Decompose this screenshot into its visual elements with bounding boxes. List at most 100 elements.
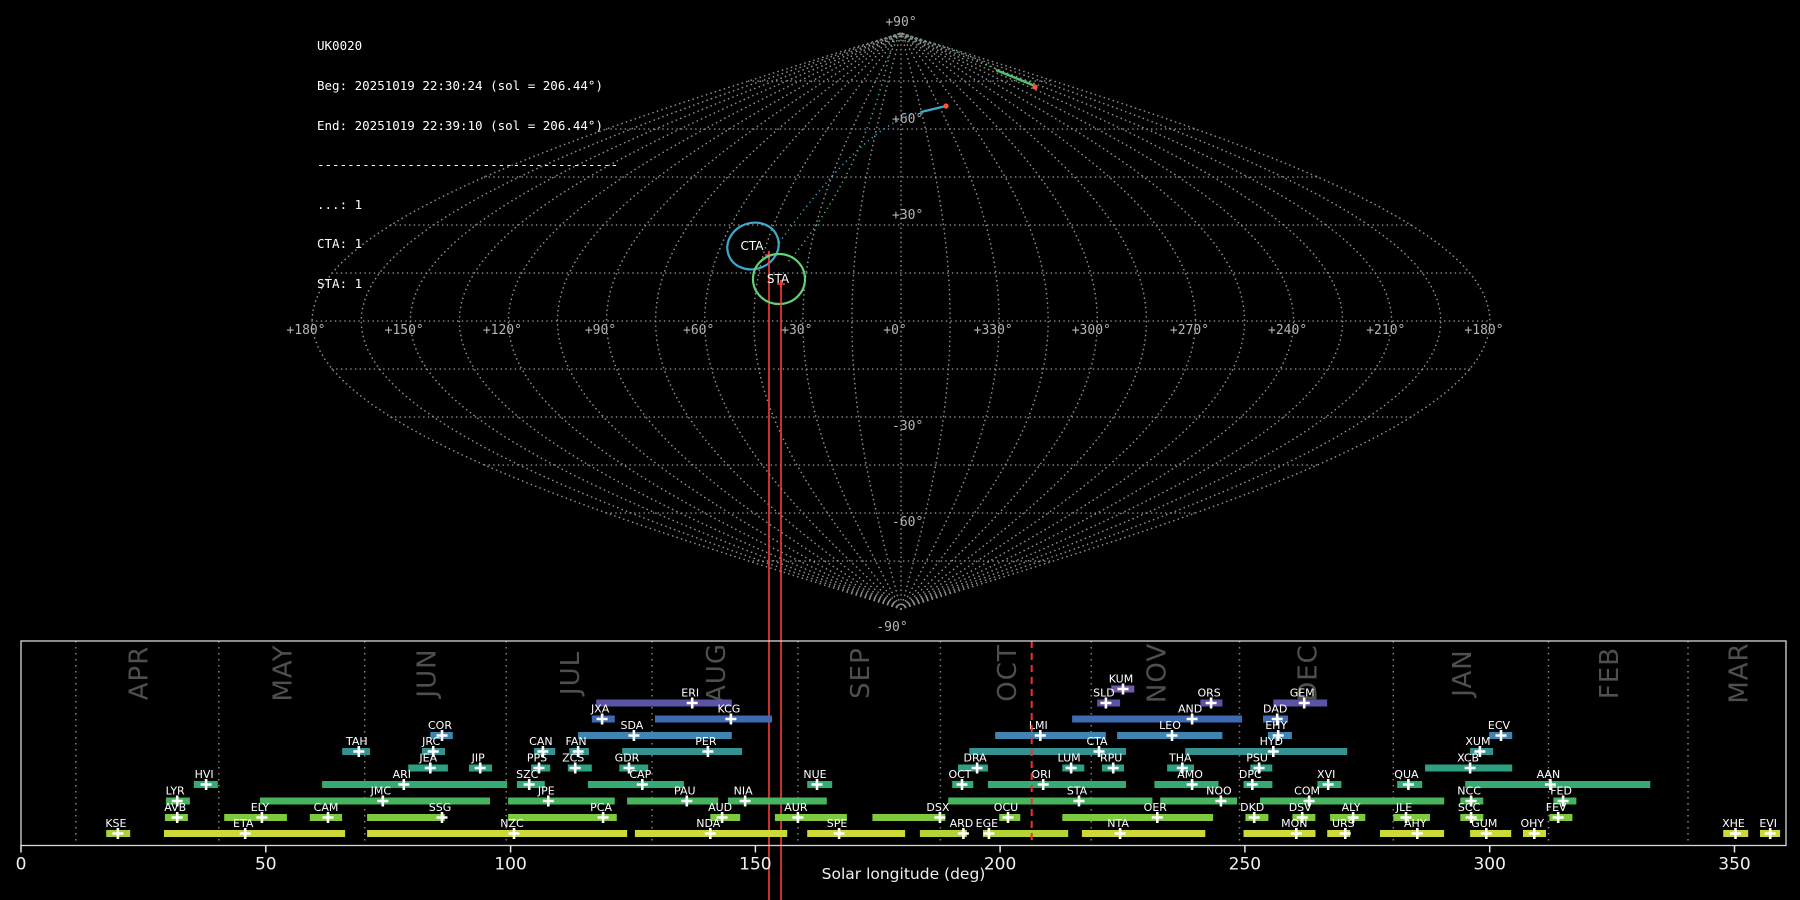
shower-label: SDA — [621, 719, 644, 732]
ecliptic-longitude-label: +270° — [1170, 323, 1209, 338]
shower-label: EHY — [1265, 719, 1287, 732]
shower-bar — [367, 830, 627, 837]
shower-label: PER — [695, 735, 717, 748]
shower-label: AUR — [784, 801, 808, 814]
shower-label: PCA — [590, 801, 612, 814]
shower-bar — [807, 830, 905, 837]
month-label: JUN — [412, 648, 442, 699]
month-label: OCT — [993, 644, 1023, 702]
activity-chart: APRMAYJUNJULAUGSEPOCTNOVDECJANFEBMARKUME… — [16, 641, 1786, 883]
shower-label: FED — [1550, 785, 1572, 798]
x-axis-title: Solar longitude (deg) — [822, 865, 986, 883]
shower-label: JLE — [1395, 801, 1412, 814]
x-tick-label: 150 — [739, 855, 771, 875]
shower-label: SZC — [516, 768, 539, 781]
shower-bar — [872, 814, 945, 821]
shower-label: NZC — [500, 817, 524, 830]
shower-label: GDR — [615, 752, 640, 765]
shower-label: COM — [1294, 785, 1320, 798]
x-tick-label: 300 — [1473, 855, 1505, 875]
shower-label: JIP — [471, 752, 485, 765]
shower-bar — [322, 781, 507, 788]
shower-label: SSG — [429, 801, 452, 814]
shower-TAH: TAH — [342, 735, 370, 757]
count-cta: CTA: 1 — [317, 237, 618, 250]
shower-URS: URS — [1327, 817, 1354, 839]
shower-label: XVI — [1317, 768, 1335, 781]
month-label: NOV — [1142, 643, 1172, 703]
shower-bar — [983, 830, 1068, 837]
shower-label: SPE — [827, 817, 848, 830]
shower-label: LYR — [166, 785, 185, 798]
ecliptic-longitude-label: +150° — [385, 323, 424, 338]
shower-label: COR — [428, 719, 452, 732]
shower-RPU: RPU — [1100, 752, 1124, 774]
shower-label: FEV — [1546, 801, 1567, 814]
shower-label: ORS — [1197, 687, 1220, 700]
ecliptic-latitude-label: -30° — [892, 419, 923, 434]
ecliptic-longitude-label: +180° — [286, 323, 325, 338]
ecliptic-latitude-label: +30° — [892, 208, 923, 223]
shower-OCT: OCT — [948, 768, 973, 790]
shower-label: CAP — [629, 768, 651, 781]
ecliptic-latitude-label: +60° — [892, 112, 923, 127]
shower-EGE: EGE — [976, 817, 1069, 839]
shower-label: EVI — [1759, 817, 1777, 830]
shower-label: ARD — [950, 817, 974, 830]
month-label: SEP — [846, 647, 876, 699]
shower-AVB: AVB — [164, 801, 188, 823]
x-tick-label: 200 — [984, 855, 1016, 875]
shower-label: ORI — [1031, 768, 1051, 781]
shower-label: JEA — [418, 752, 437, 765]
shower-LUM: LUM — [1058, 752, 1085, 774]
shower-KSE: KSE — [105, 817, 130, 839]
meridian-line — [901, 33, 1343, 609]
shower-label: XCB — [1457, 752, 1479, 765]
shower-label: OCU — [994, 801, 1018, 814]
shower-label: NUE — [803, 768, 826, 781]
x-tick-label: 0 — [16, 855, 27, 875]
sky-map-and-activity-chart: +180°+150°+120°+90°+60°+30°+0°+330°+300°… — [0, 0, 1800, 900]
x-tick-label: 50 — [255, 855, 277, 875]
shower-bar — [1062, 814, 1213, 821]
month-label: JUL — [556, 651, 586, 697]
ecliptic-longitude-label: +180° — [1464, 323, 1503, 338]
shower-label: CTA — [1086, 735, 1108, 748]
shower-label: EGE — [976, 817, 998, 830]
shower-label: HVI — [195, 768, 214, 781]
shower-label: NTA — [1107, 817, 1129, 830]
shower-label: ZCS — [562, 752, 584, 765]
shower-label: ERI — [681, 687, 699, 700]
shower-label: PAU — [674, 785, 696, 798]
x-tick-label: 350 — [1718, 855, 1750, 875]
shower-label: RPU — [1100, 752, 1122, 765]
shower-label: HYD — [1260, 735, 1283, 748]
shower-label: ETA — [233, 817, 254, 830]
shower-label: LEO — [1159, 719, 1181, 732]
shower-label: DSX — [926, 801, 949, 814]
shower-label: OER — [1144, 801, 1168, 814]
month-label: MAR — [1725, 642, 1755, 703]
shower-bar — [1082, 830, 1205, 837]
shower-label: KUM — [1109, 673, 1133, 686]
shower-label: OHY — [1520, 817, 1544, 830]
month-label: FEB — [1595, 647, 1625, 699]
shower-label: PSU — [1246, 752, 1268, 765]
month-label: AUG — [702, 643, 732, 703]
north-pole-label: +90° — [885, 15, 916, 30]
shower-label: LUM — [1058, 752, 1081, 765]
shower-label: JRC — [421, 735, 440, 748]
radiant-CTA: CTA — [721, 215, 786, 900]
ecliptic-longitude-label: +120° — [483, 323, 522, 338]
shower-CAP: CAP — [588, 768, 684, 790]
shower-bar — [1072, 716, 1242, 723]
shower-label: NCC — [1457, 785, 1481, 798]
shower-label: DSV — [1289, 801, 1312, 814]
shower-JIP: JIP — [469, 752, 492, 774]
shower-GUM: GUM — [1470, 817, 1511, 839]
shower-ECV: ECV — [1488, 719, 1512, 741]
ecliptic-longitude-label: +90° — [585, 323, 616, 338]
shower-NDA: NDA — [635, 817, 787, 839]
shower-bar — [622, 748, 742, 755]
shower-label: NDA — [696, 817, 721, 830]
